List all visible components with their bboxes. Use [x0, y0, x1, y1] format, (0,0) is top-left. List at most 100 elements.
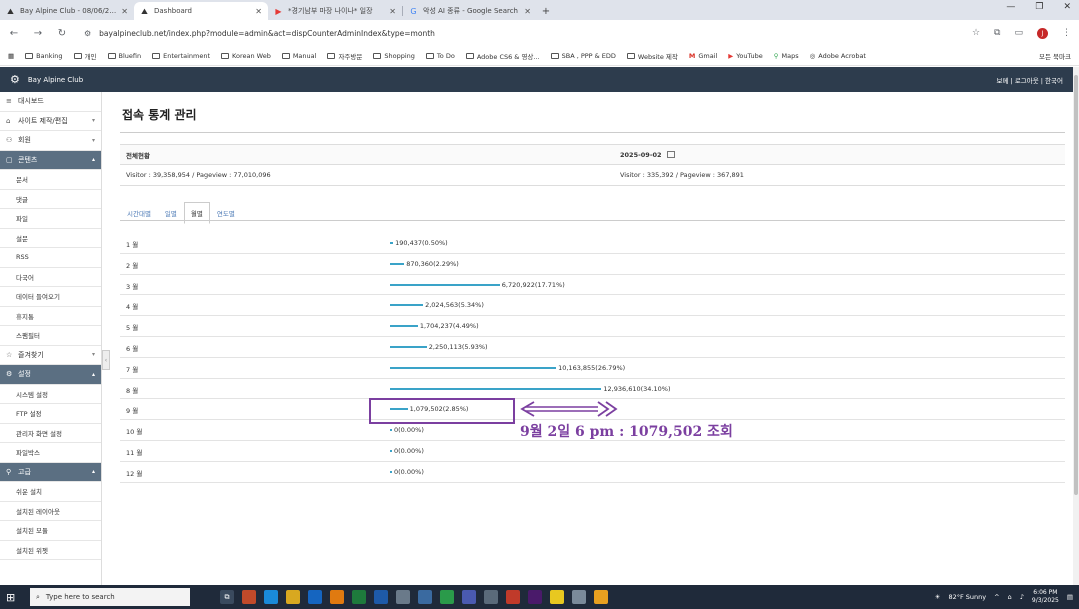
sidebar-item[interactable]: 다국어 — [0, 268, 101, 287]
forward-icon[interactable]: → — [32, 28, 44, 39]
sidebar-item[interactable]: 관리자 화면 설정 — [0, 424, 101, 443]
app-icon[interactable] — [396, 590, 410, 604]
file-explorer-icon[interactable] — [286, 590, 300, 604]
browser-tab[interactable]: ⛰ Dashboard ✕ — [134, 2, 268, 20]
restore-icon[interactable]: ❐ — [1035, 2, 1043, 12]
sidebar-item[interactable]: FTP 설정 — [0, 404, 101, 424]
bookmark-item[interactable]: 개인 — [73, 51, 97, 61]
bookmark-item[interactable]: SBA , PPP & EDD — [550, 51, 616, 61]
excel-icon[interactable] — [352, 590, 366, 604]
premiere-icon[interactable] — [528, 590, 542, 604]
bookmark-item[interactable]: To Do — [425, 51, 455, 61]
bookmark-item[interactable]: Entertainment — [152, 51, 210, 61]
volume-icon[interactable]: ♪ — [1020, 593, 1024, 601]
sidebar-item[interactable]: 댓글 — [0, 190, 101, 209]
calendar-icon[interactable] — [666, 151, 675, 158]
sidebar-item[interactable]: 파일 — [0, 209, 101, 229]
taskbar-search[interactable]: ⌕ Type here to search — [30, 588, 190, 606]
bookmark-item[interactable]: ⚲ Maps — [774, 51, 799, 61]
bookmark-item[interactable]: Shopping — [373, 51, 415, 61]
browser-tab[interactable]: G 악성 AI 종류 - Google Search ✕ — [403, 2, 537, 20]
close-tab-icon[interactable]: ✕ — [255, 7, 262, 16]
extensions-icon[interactable]: ⧉ — [994, 28, 1000, 38]
sidebar-item[interactable]: 설치된 레이아웃 — [0, 502, 101, 521]
calculator-icon[interactable] — [484, 590, 498, 604]
sidebar-item[interactable]: ☆ 즐겨찾기 ▾ — [0, 346, 101, 365]
bookmark-item[interactable]: Banking — [25, 51, 63, 61]
chrome-icon[interactable] — [594, 590, 608, 604]
outlook-icon[interactable] — [308, 590, 322, 604]
close-tab-icon[interactable]: ✕ — [121, 7, 128, 16]
new-tab-button[interactable]: + — [537, 2, 555, 20]
network-icon[interactable]: ⌂ — [1008, 593, 1012, 601]
app-icon[interactable] — [440, 590, 454, 604]
reload-icon[interactable]: ↻ — [56, 28, 68, 39]
sidebar-collapse-button[interactable]: ‹ — [102, 350, 110, 370]
browser-tab[interactable]: ⛰ Bay Alpine Club - 08/06/25(토) ✕ — [0, 2, 134, 20]
sidebar-item[interactable]: 휴지통 — [0, 307, 101, 326]
bookmark-item[interactable]: Korean Web — [221, 51, 271, 61]
bookmark-item[interactable]: Manual — [281, 51, 316, 61]
sidebar-item[interactable]: ▢ 콘텐츠 ▴ — [0, 150, 101, 170]
weather-text[interactable]: 82°F Sunny — [948, 593, 986, 601]
header-links[interactable]: 보메 | 로그아웃 | 한국어 — [997, 75, 1063, 85]
sidebar-item[interactable]: 설치된 위젯 — [0, 541, 101, 560]
sidebar-item[interactable]: ⌂ 사이트 제작/편집 ▾ — [0, 112, 101, 131]
bookmark-item[interactable]: Adobe CS6 & 영상... — [465, 51, 540, 61]
powerpoint-icon[interactable] — [506, 590, 520, 604]
clock[interactable]: 6:06 PM 9/3/2025 — [1032, 589, 1059, 605]
sidebar-item[interactable]: ⚙ 설정 ▴ — [0, 365, 101, 385]
apps-grid-icon[interactable]: ▦ — [8, 52, 14, 60]
app-icon[interactable] — [418, 590, 432, 604]
app-icon[interactable] — [242, 590, 256, 604]
sidebar-item[interactable]: 쉬운 설치 — [0, 482, 101, 502]
sidebar-item[interactable]: 파일박스 — [0, 443, 101, 463]
sidepanel-icon[interactable]: ▭ — [1014, 28, 1023, 38]
minimize-icon[interactable]: — — [1006, 2, 1015, 12]
back-icon[interactable]: ← — [8, 28, 20, 39]
sidebar-item[interactable]: 문서 — [0, 170, 101, 190]
browser-menu-icon[interactable]: ⋮ — [1062, 28, 1071, 38]
bookmark-label: Bluefin — [118, 51, 142, 60]
bookmark-item[interactable]: M Gmail — [689, 51, 717, 61]
edge-icon[interactable] — [264, 590, 278, 604]
all-bookmarks[interactable]: 모든 북마크 — [1036, 51, 1071, 61]
close-tab-icon[interactable]: ✕ — [524, 7, 531, 16]
close-tab-icon[interactable]: ✕ — [389, 7, 396, 16]
sidebar-item[interactable]: ≡ 대시보드 — [0, 92, 101, 112]
sidebar-item[interactable]: 시스템 설정 — [0, 385, 101, 404]
url-field[interactable]: ⚙ bayalpineclub.net/index.php?module=adm… — [80, 24, 960, 42]
sidebar-item[interactable]: 데이터 들여오기 — [0, 287, 101, 307]
browser-tab[interactable]: ▶ *경기남부 마장 나이나* 일장 ✕ — [268, 2, 402, 20]
bookmark-item[interactable]: 자주방문 — [327, 51, 362, 61]
scrollbar-thumb[interactable] — [1074, 75, 1078, 495]
bookmark-item[interactable]: ▶ YouTube — [728, 51, 762, 61]
sidebar-item[interactable]: ⚲ 고급 ▴ — [0, 462, 101, 482]
sidebar-item[interactable]: 설문 — [0, 229, 101, 248]
illustrator-icon[interactable] — [330, 590, 344, 604]
stat-row: 2 월 870,360(2.29%) — [120, 254, 1065, 275]
task-view-icon[interactable]: ⧉ — [220, 590, 234, 604]
word-icon[interactable] — [374, 590, 388, 604]
page-scrollbar[interactable] — [1073, 67, 1079, 585]
notification-icon[interactable]: ▤ — [1067, 593, 1073, 601]
app-icon[interactable] — [462, 590, 476, 604]
site-name[interactable]: Bay Alpine Club — [28, 76, 83, 84]
sidebar-item[interactable]: ⚇ 회원 ▾ — [0, 131, 101, 151]
tray-chevron-icon[interactable]: ^ — [994, 593, 999, 601]
sidebar-item[interactable]: RSS — [0, 248, 101, 268]
sidebar-item[interactable]: 스팸필터 — [0, 326, 101, 346]
site-info-icon[interactable]: ⚙ — [84, 29, 91, 38]
windows-start-icon[interactable]: ⊞ — [6, 591, 24, 604]
app-icon[interactable] — [572, 590, 586, 604]
bookmark-item[interactable]: ◎ Adobe Acrobat — [810, 51, 866, 61]
bookmark-star-icon[interactable]: ☆ — [972, 28, 980, 38]
sidebar-item[interactable]: 설치된 모듈 — [0, 521, 101, 541]
stat-bar — [390, 283, 500, 286]
close-window-icon[interactable]: ✕ — [1063, 2, 1071, 12]
profile-avatar[interactable]: J — [1037, 27, 1048, 39]
bookmark-item[interactable]: Website 제작 — [626, 51, 678, 61]
kakaotalk-icon[interactable] — [550, 590, 564, 604]
bookmark-item[interactable]: Bluefin — [107, 51, 142, 61]
folder-icon — [327, 52, 336, 59]
